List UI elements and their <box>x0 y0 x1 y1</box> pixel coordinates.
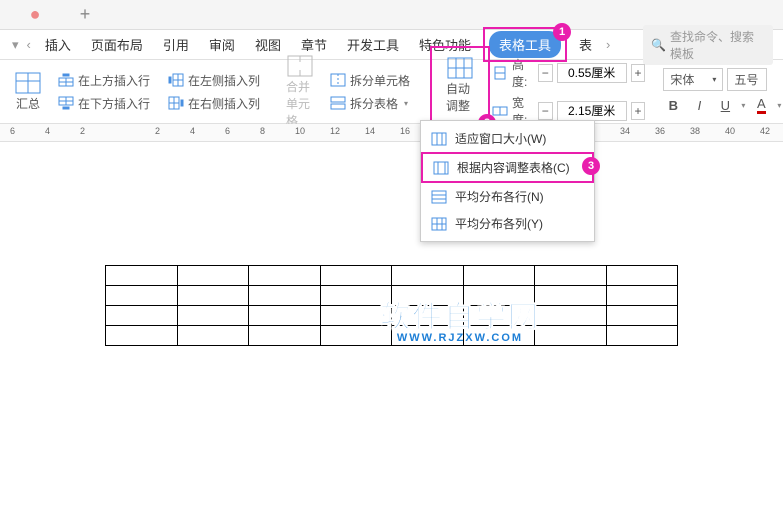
ruler-mark: 4 <box>190 126 195 136</box>
distribute-cols-item[interactable]: 平均分布各列(Y) <box>421 210 594 237</box>
chevron-down-icon[interactable]: ▾ <box>741 101 745 110</box>
callout-1: 1 <box>553 23 571 41</box>
ruler-mark: 2 <box>155 126 160 136</box>
horizontal-ruler[interactable]: 6 4 2 2 4 6 8 10 12 14 16 34 36 38 40 42 <box>0 124 783 142</box>
insert-right-icon <box>168 96 184 110</box>
menu-dropdown-icon[interactable]: ▾ <box>10 37 21 53</box>
document-canvas[interactable] <box>0 145 783 513</box>
menu-scroll-right[interactable]: › <box>604 37 612 52</box>
fit-window-item[interactable]: 适应窗口大小(W) <box>421 125 594 152</box>
distribute-rows-item[interactable]: 平均分布各行(N) <box>421 183 594 210</box>
document-table[interactable] <box>105 265 678 346</box>
split-table-button[interactable]: 拆分表格▾ <box>326 93 414 114</box>
menu-scroll-left[interactable]: ‹ <box>25 37 33 52</box>
tab-indicator-icon[interactable]: ● <box>20 3 50 27</box>
bold-button[interactable]: B <box>663 95 683 115</box>
split-cells-icon <box>330 73 346 87</box>
ruler-mark: 6 <box>10 126 15 136</box>
font-color-button[interactable]: A <box>751 95 771 115</box>
search-placeholder: 查找命令、搜索模板 <box>670 28 765 62</box>
annotation-highlight-1: 表格工具 1 <box>483 27 567 62</box>
menu-dev-tools[interactable]: 开发工具 <box>339 31 407 58</box>
summary-label: 汇总 <box>16 95 40 112</box>
fit-content-item[interactable]: 根据内容调整表格(C) 3 <box>421 152 594 183</box>
insert-col-right-button[interactable]: 在右侧插入列 <box>164 93 264 114</box>
table-row[interactable] <box>106 286 678 306</box>
insert-below-icon <box>58 96 74 110</box>
chevron-down-icon: ▾ <box>404 99 408 108</box>
height-input[interactable] <box>557 63 627 83</box>
menu-insert[interactable]: 插入 <box>37 31 79 58</box>
auto-adjust-button[interactable]: 自动调整▾ <box>440 54 480 130</box>
insert-row-below-button[interactable]: 在下方插入行 <box>54 93 154 114</box>
ruler-mark: 12 <box>330 126 340 136</box>
ruler-mark: 16 <box>400 126 410 136</box>
width-decrease-button[interactable]: − <box>538 102 553 120</box>
split-cells-button[interactable]: 拆分单元格 <box>326 70 414 91</box>
width-increase-button[interactable]: + <box>631 102 646 120</box>
ruler-mark: 36 <box>655 126 665 136</box>
auto-adjust-icon <box>446 56 474 80</box>
menu-table-tools[interactable]: 表格工具 <box>489 31 561 58</box>
menu-references[interactable]: 引用 <box>155 31 197 58</box>
menu-page-layout[interactable]: 页面布局 <box>83 31 151 58</box>
underline-button[interactable]: U <box>715 95 735 115</box>
width-input[interactable] <box>557 101 627 121</box>
chevron-down-icon[interactable]: ▾ <box>777 101 781 110</box>
ruler-mark: 42 <box>760 126 770 136</box>
search-icon: 🔍 <box>651 38 666 52</box>
table-row[interactable] <box>106 326 678 346</box>
insert-left-icon <box>168 73 184 87</box>
summary-button[interactable]: 汇总 <box>8 69 48 114</box>
split-table-icon <box>330 96 346 110</box>
ruler-mark: 2 <box>80 126 85 136</box>
distribute-cols-icon <box>431 217 447 231</box>
insert-above-icon <box>58 73 74 87</box>
font-size-select[interactable]: 五号 <box>727 68 767 91</box>
merge-cells-icon <box>286 54 314 78</box>
row-height-icon <box>492 66 508 80</box>
table-row[interactable] <box>106 306 678 326</box>
search-input[interactable]: 🔍 查找命令、搜索模板 <box>643 25 773 65</box>
table-row[interactable] <box>106 266 678 286</box>
insert-row-above-button[interactable]: 在上方插入行 <box>54 70 154 91</box>
ruler-mark: 10 <box>295 126 305 136</box>
ruler-mark: 14 <box>365 126 375 136</box>
height-increase-button[interactable]: + <box>631 64 646 82</box>
ruler-mark: 8 <box>260 126 265 136</box>
fit-window-icon <box>431 132 447 146</box>
auto-adjust-dropdown: 适应窗口大小(W) 根据内容调整表格(C) 3 平均分布各行(N) 平均分布各列… <box>420 120 595 242</box>
menu-table-truncated[interactable]: 表 <box>571 31 600 58</box>
ruler-mark: 38 <box>690 126 700 136</box>
height-decrease-button[interactable]: − <box>538 64 553 82</box>
ruler-mark: 4 <box>45 126 50 136</box>
distribute-rows-icon <box>431 190 447 204</box>
font-family-select[interactable]: 宋体▾ <box>663 68 723 91</box>
ruler-mark: 34 <box>620 126 630 136</box>
new-tab-button[interactable]: + <box>70 3 100 27</box>
menu-review[interactable]: 审阅 <box>201 31 243 58</box>
insert-col-left-button[interactable]: 在左侧插入列 <box>164 70 264 91</box>
callout-3: 3 <box>582 157 600 175</box>
menu-bar: ▾ ‹ 插入 页面布局 引用 审阅 视图 章节 开发工具 特色功能 表格工具 1… <box>0 30 783 60</box>
italic-button[interactable]: I <box>689 95 709 115</box>
col-width-icon <box>492 104 508 118</box>
ruler-mark: 40 <box>725 126 735 136</box>
ribbon-toolbar: 汇总 在上方插入行 在下方插入行 在左侧插入列 在右侧插入列 合并单元格 拆分单… <box>0 60 783 124</box>
fit-content-icon <box>433 161 449 175</box>
merge-cells-button: 合并单元格 <box>280 52 320 131</box>
summary-icon <box>14 71 42 95</box>
ruler-mark: 6 <box>225 126 230 136</box>
dimension-group: 高度: − + 宽度: − + <box>492 56 645 128</box>
